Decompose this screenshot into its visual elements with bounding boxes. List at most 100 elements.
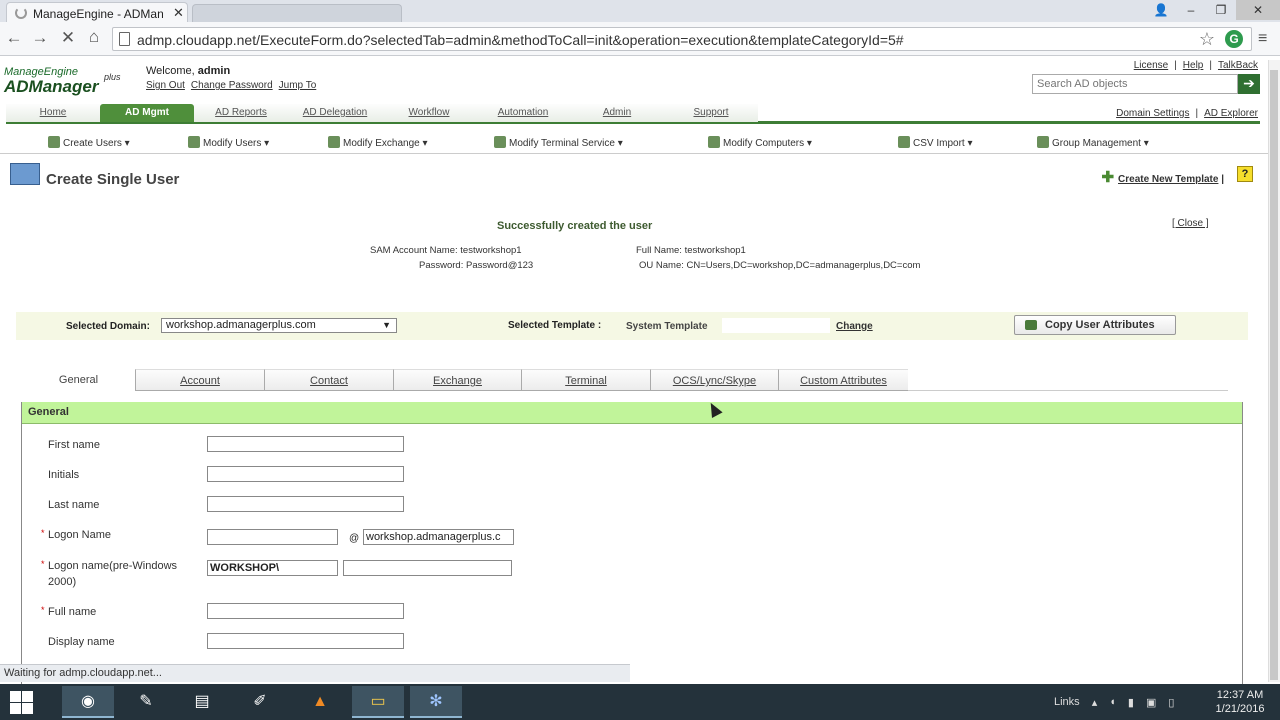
scrollbar-thumb[interactable] (1270, 70, 1278, 680)
domain-settings-link[interactable]: Domain Settings (1116, 108, 1189, 119)
taskbar-app4-icon[interactable]: ✐ (234, 686, 286, 718)
talkback-link[interactable]: TalkBack (1218, 60, 1258, 71)
clock-time: 12:37 AM (1216, 689, 1264, 701)
taskbar-chrome-icon[interactable]: ◉ (62, 686, 114, 718)
last-name-label: Last name (48, 499, 100, 511)
nav-automation[interactable]: Automation (476, 104, 570, 122)
prewin-logon-label: Logon name(pre-Windows 2000) (48, 560, 178, 588)
required-marker: * (41, 605, 45, 615)
initials-label: Initials (48, 469, 80, 481)
page-title: Create Single User (46, 171, 180, 188)
menu-icon[interactable]: ≡ (1258, 30, 1267, 48)
nav-support[interactable]: Support (664, 104, 758, 122)
tab-custom-attributes[interactable]: Custom Attributes (778, 369, 908, 391)
nav-ad-mgmt[interactable]: AD Mgmt (100, 104, 194, 122)
help-icon[interactable]: ? (1237, 166, 1253, 182)
change-password-link[interactable]: Change Password (191, 80, 273, 91)
create-template-link[interactable]: ✚ Create New Template | (1101, 168, 1224, 186)
welcome-text: Welcome, admin (146, 65, 230, 77)
subnav-modify-computers[interactable]: Modify Computers ▾ (708, 136, 812, 149)
nav-admin[interactable]: Admin (570, 104, 664, 122)
taskbar-app7-icon[interactable]: ✻ (410, 686, 462, 718)
logon-domain-select[interactable]: workshop.admanagerplus.c (363, 529, 514, 545)
prewin-domain-field[interactable]: WORKSHOP\ (207, 560, 338, 576)
home-icon[interactable]: ⌂ (84, 27, 104, 47)
subnav-modify-terminal-label: Modify Terminal Service (509, 138, 615, 149)
full-name-row: * Full name (41, 604, 96, 620)
volume-icon[interactable]: ◖ (1109, 696, 1116, 708)
tab-account[interactable]: Account (135, 369, 264, 391)
sign-out-link[interactable]: Sign Out (146, 80, 185, 91)
browser-tab-inactive[interactable] (192, 4, 402, 22)
modify-exchange-icon (328, 136, 340, 148)
minimize-icon[interactable]: ‒ (1176, 0, 1206, 20)
forward-icon[interactable]: → (30, 28, 50, 48)
first-name-field[interactable] (207, 436, 404, 452)
close-window-icon[interactable]: ✕ (1236, 0, 1280, 20)
subnav-csv-import[interactable]: CSV Import ▾ (898, 136, 973, 149)
window-controls: 👤 ‒ ❐ ✕ (1146, 0, 1280, 20)
battery-icon[interactable]: ▯ (1168, 696, 1174, 709)
subnav-modify-exchange-label: Modify Exchange (343, 138, 420, 149)
subnav-modify-users[interactable]: Modify Users ▾ (188, 136, 269, 149)
subnav-group-management[interactable]: Group Management ▾ (1037, 136, 1149, 149)
search-input[interactable] (1032, 74, 1238, 94)
subnav-modify-terminal[interactable]: Modify Terminal Service ▾ (494, 136, 623, 149)
copy-user-attributes-button[interactable]: Copy User Attributes (1014, 315, 1176, 335)
taskbar-app2-icon[interactable]: ✎ (120, 686, 172, 718)
ou-label: OU Name: (639, 260, 684, 271)
full-name-field[interactable] (207, 603, 404, 619)
extension-icon[interactable]: G (1225, 30, 1243, 48)
taskbar-app3-icon[interactable]: ▤ (176, 686, 228, 718)
nav-ad-delegation[interactable]: AD Delegation (288, 104, 382, 122)
subnav-create-users[interactable]: Create Users ▾ (48, 136, 130, 149)
tab-general[interactable]: General (22, 369, 135, 391)
address-bar[interactable]: admp.cloudapp.net/ExecuteForm.do?selecte… (112, 27, 1252, 51)
maximize-icon[interactable]: ❐ (1206, 0, 1236, 20)
form-section-title: General (22, 402, 1242, 424)
close-tab-icon[interactable]: ✕ (173, 5, 184, 21)
close-link[interactable]: [ Close ] (1172, 218, 1209, 229)
prewin-logon-field[interactable] (343, 560, 512, 576)
stop-icon[interactable]: ✕ (58, 28, 78, 48)
taskbar-clock[interactable]: 12:37 AM 1/21/2016 (1212, 688, 1268, 716)
sam-value: testworkshop1 (460, 245, 522, 256)
jump-to-link[interactable]: Jump To (279, 80, 317, 91)
user-profile-icon[interactable]: 👤 (1146, 0, 1176, 20)
ad-explorer-link[interactable]: AD Explorer (1204, 108, 1258, 119)
display-name-field[interactable] (207, 633, 404, 649)
template-field (722, 318, 830, 333)
tray-links-label[interactable]: Links (1054, 696, 1080, 708)
nav-ad-reports[interactable]: AD Reports (194, 104, 288, 122)
domain-select[interactable]: workshop.admanagerplus.com ▼ (161, 318, 397, 333)
subnav-modify-exchange[interactable]: Modify Exchange ▾ (328, 136, 428, 149)
tab-ocs-lync-skype[interactable]: OCS/Lync/Skype (650, 369, 778, 391)
taskbar-vlc-icon[interactable]: ▲ (294, 686, 346, 718)
signal-icon[interactable]: ▮ (1128, 696, 1134, 709)
change-template-link[interactable]: Change (836, 321, 873, 332)
logon-name-field[interactable] (207, 529, 338, 545)
license-link[interactable]: License (1134, 60, 1168, 71)
last-name-field[interactable] (207, 496, 404, 512)
taskbar-explorer-icon[interactable]: ▭ (352, 686, 404, 718)
nav-workflow[interactable]: Workflow (382, 104, 476, 122)
star-icon[interactable]: ☆ (1199, 29, 1215, 50)
back-icon[interactable]: ← (4, 28, 24, 48)
help-link[interactable]: Help (1183, 60, 1204, 71)
password-label: Password: (419, 260, 464, 271)
subnav-csv-import-label: CSV Import (913, 138, 965, 149)
browser-tab-active[interactable]: ManageEngine - ADMana ✕ (6, 2, 188, 22)
required-marker: * (41, 559, 45, 569)
at-sign: @ (349, 533, 360, 544)
tab-contact[interactable]: Contact (264, 369, 393, 391)
plus-icon: ✚ (1101, 169, 1115, 186)
notification-icon[interactable]: ▣ (1146, 696, 1156, 709)
search-go-icon[interactable]: ➔ (1238, 74, 1260, 94)
tray-up-icon[interactable]: ▴ (1092, 696, 1098, 709)
initials-field[interactable] (207, 466, 404, 482)
windows-start-icon[interactable] (8, 690, 34, 714)
nav-home[interactable]: Home (6, 104, 100, 122)
tab-terminal[interactable]: Terminal (521, 369, 650, 391)
password-row: Password: Password@123 (419, 260, 533, 271)
tab-exchange[interactable]: Exchange (393, 369, 521, 391)
